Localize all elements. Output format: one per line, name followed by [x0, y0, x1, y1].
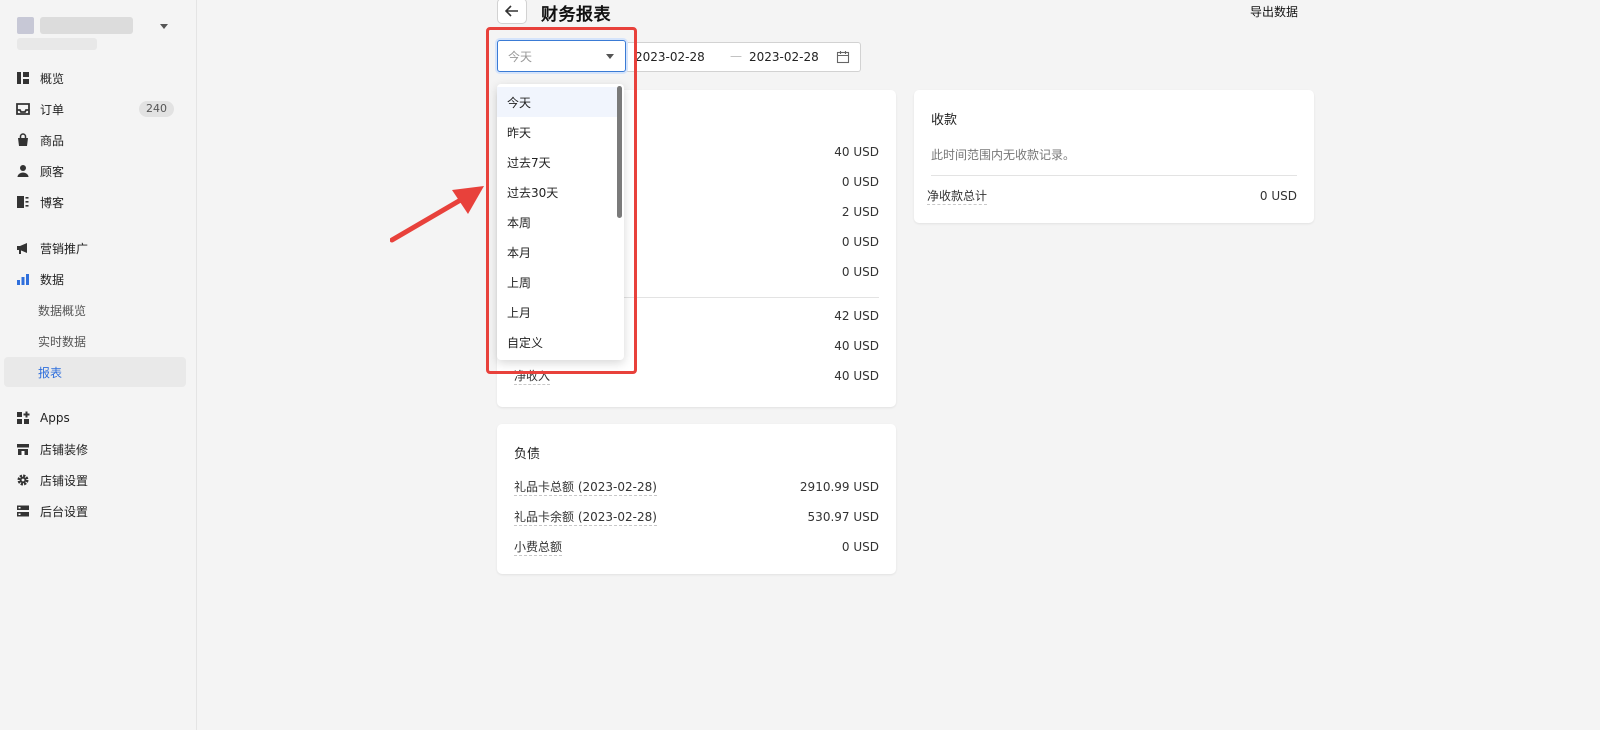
liability-row: 小费总额 0 USD: [514, 538, 879, 558]
back-button[interactable]: [497, 0, 527, 24]
sidebar-item-label: 后台设置: [40, 504, 89, 519]
sidebar-item-label: Apps: [40, 411, 70, 425]
sidebar-item-label: 营销推广: [40, 241, 89, 256]
store-subtitle-blurred: [17, 38, 97, 50]
sidebar-item-label: 店铺设置: [40, 473, 89, 488]
store-name-blurred: [40, 17, 133, 34]
liability-label[interactable]: 礼品卡余额 (2023-02-28): [514, 510, 657, 526]
sidebar-item-label: 数据: [40, 272, 65, 287]
sidebar-item-label: 报表: [38, 365, 63, 380]
sidebar-item-label: 数据概览: [38, 303, 87, 318]
sidebar-item-realtime[interactable]: 实时数据: [4, 326, 186, 356]
sidebar-item-overview[interactable]: 概览: [4, 63, 186, 93]
payments-total-row: 净收款总计 0 USD: [927, 187, 1297, 207]
sidebar-item-label: 店铺装修: [40, 442, 89, 457]
inbox-icon: [16, 102, 30, 116]
sidebar-item-products[interactable]: 商品: [4, 125, 186, 155]
orders-count-badge: 240: [139, 101, 174, 117]
sidebar-item-store-design[interactable]: 店铺装修: [4, 434, 186, 464]
blog-icon: [16, 195, 30, 209]
sidebar: 概览 订单 240 商品 顾客 博客 营销推广 数据 数据概览 实时数据 报表 …: [0, 0, 197, 730]
sidebar-item-label: 顾客: [40, 164, 65, 179]
sidebar-item-label: 概览: [40, 71, 65, 86]
liability-value: 2910.99 USD: [799, 480, 879, 494]
date-separator: —: [730, 49, 742, 63]
calendar-icon[interactable]: [836, 50, 850, 64]
sidebar-item-label: 商品: [40, 133, 65, 148]
sidebar-item-label: 实时数据: [38, 334, 87, 349]
date-range-picker[interactable]: 2023-02-28 — 2023-02-28: [626, 42, 861, 72]
net-income-value: 40 USD: [834, 369, 879, 383]
date-end[interactable]: 2023-02-28: [749, 50, 819, 64]
sidebar-item-orders[interactable]: 订单 240: [4, 94, 186, 124]
apps-icon: [16, 411, 30, 425]
sidebar-item-customers[interactable]: 顾客: [4, 156, 186, 186]
sidebar-item-marketing[interactable]: 营销推广: [4, 233, 186, 263]
sidebar-item-admin-settings[interactable]: 后台设置: [4, 496, 186, 526]
page-title: 财务报表: [541, 5, 611, 25]
liability-label[interactable]: 小费总额: [514, 540, 563, 556]
megaphone-icon: [16, 241, 30, 255]
liability-value: 0 USD: [841, 540, 879, 554]
sidebar-item-reports[interactable]: 报表: [4, 357, 186, 387]
liability-row: 礼品卡总额 (2023-02-28) 2910.99 USD: [514, 478, 879, 498]
divider: [931, 175, 1297, 176]
payments-card: 收款 此时间范围内无收款记录。 净收款总计 0 USD: [914, 90, 1314, 223]
sidebar-item-label: 订单: [40, 102, 65, 117]
annotation-highlight-box: [486, 27, 637, 374]
bag-icon: [16, 133, 30, 147]
store-logo: [17, 17, 34, 34]
gear-icon: [16, 473, 30, 487]
date-start[interactable]: 2023-02-28: [635, 50, 705, 64]
storefront-icon: [16, 442, 30, 456]
annotation-arrow-icon: [390, 186, 484, 243]
payments-total-label[interactable]: 净收款总计: [927, 189, 988, 205]
sidebar-item-blog[interactable]: 博客: [4, 187, 186, 217]
server-icon: [16, 504, 30, 518]
liabilities-title: 负债: [514, 447, 541, 462]
bar-chart-icon: [16, 272, 30, 286]
liability-value: 530.97 USD: [807, 510, 879, 524]
liability-row: 礼品卡余额 (2023-02-28) 530.97 USD: [514, 508, 879, 528]
payments-total-value: 0 USD: [1259, 189, 1297, 203]
arrow-left-icon: [505, 5, 518, 17]
payments-title: 收款: [931, 113, 958, 128]
sidebar-item-analytics[interactable]: 数据: [4, 264, 186, 294]
store-switcher[interactable]: [12, 14, 182, 54]
payments-empty-text: 此时间范围内无收款记录。: [931, 148, 1076, 162]
caret-down-icon: [160, 24, 168, 29]
sidebar-item-store-settings[interactable]: 店铺设置: [4, 465, 186, 495]
person-icon: [16, 164, 30, 178]
export-data-button[interactable]: 导出数据: [1250, 3, 1298, 20]
liabilities-card: 负债 礼品卡总额 (2023-02-28) 2910.99 USD 礼品卡余额 …: [497, 424, 896, 574]
overview-icon: [16, 71, 30, 85]
liability-label[interactable]: 礼品卡总额 (2023-02-28): [514, 480, 657, 496]
sidebar-item-label: 博客: [40, 195, 65, 210]
sidebar-item-apps[interactable]: Apps: [4, 403, 186, 433]
sidebar-item-data-overview[interactable]: 数据概览: [4, 295, 186, 325]
